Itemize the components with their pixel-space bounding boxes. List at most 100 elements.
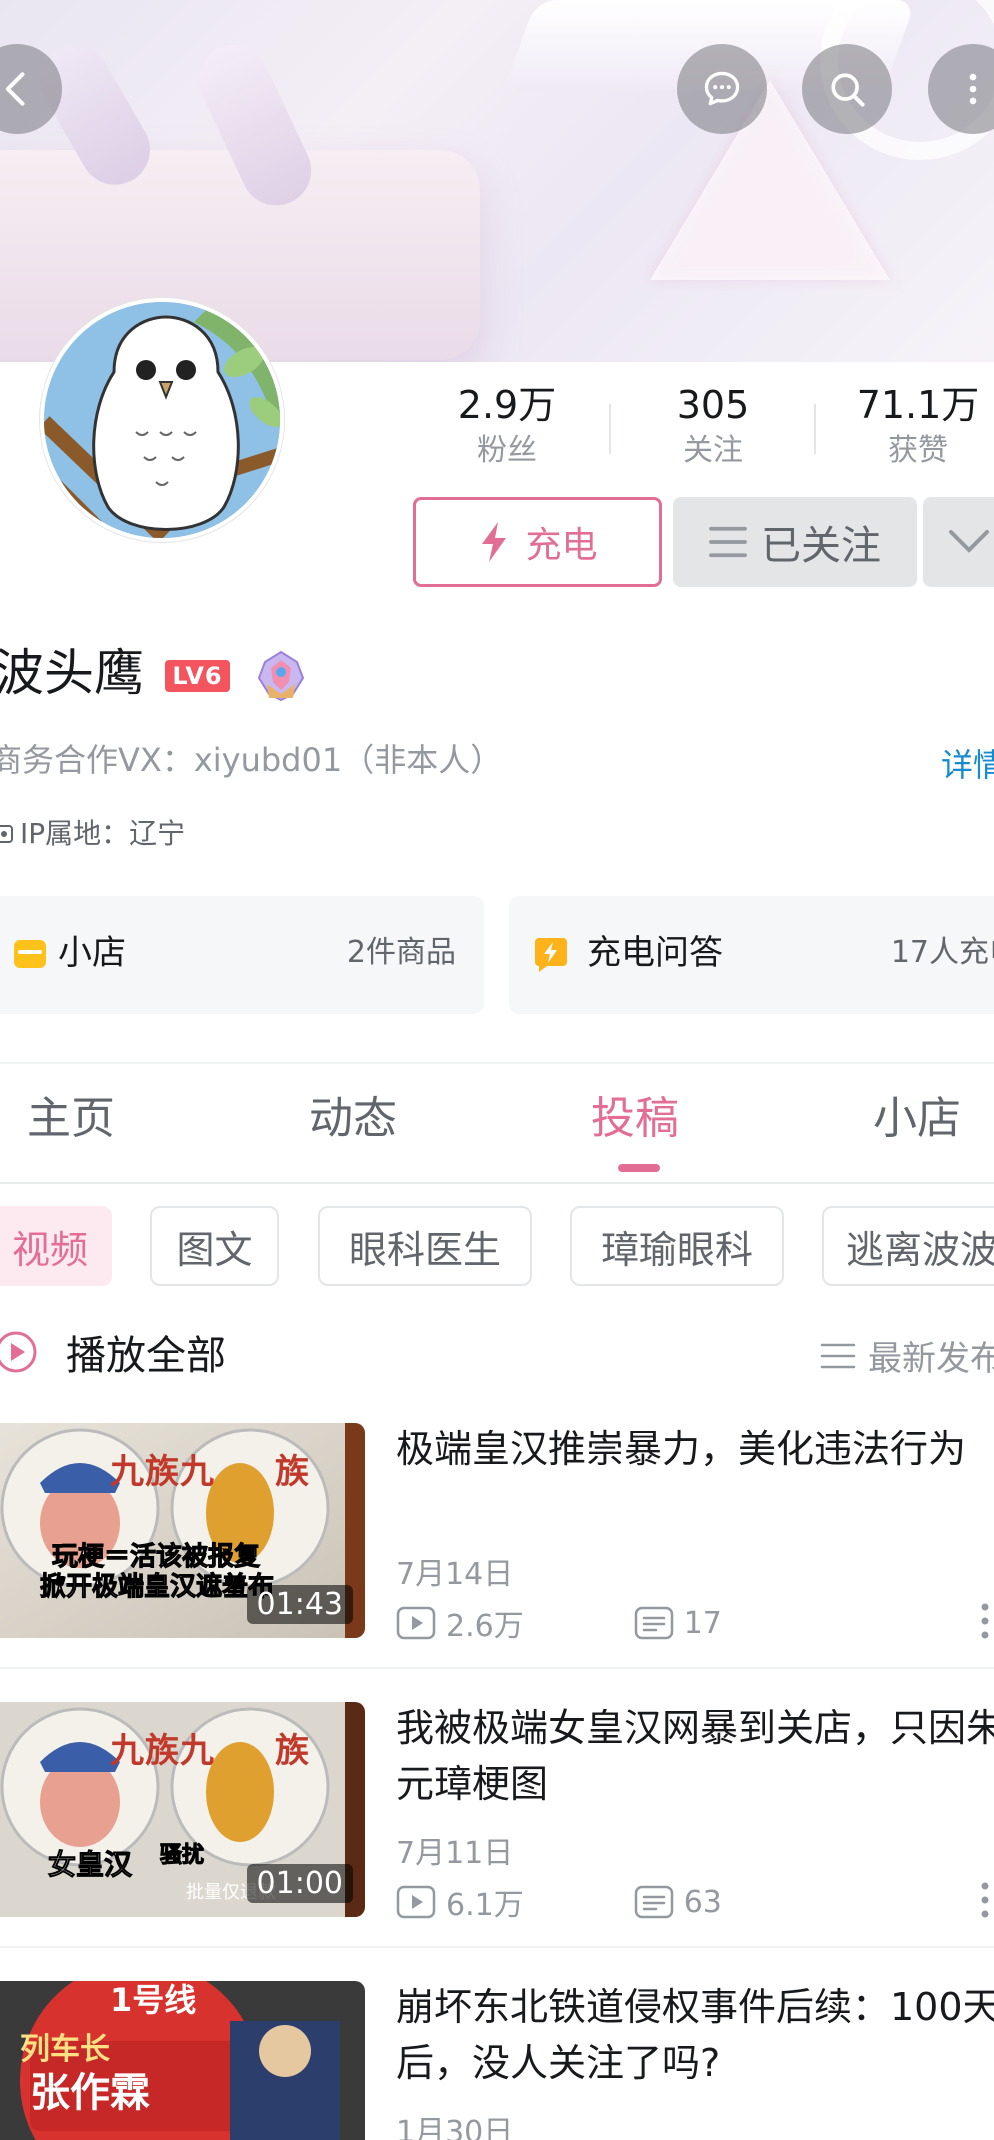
message-button[interactable] xyxy=(677,44,767,134)
shop-card[interactable]: 小店 2件商品 xyxy=(0,896,484,1014)
video-date: 7月11日 xyxy=(396,1836,514,1871)
svg-text:列车长: 列车长 xyxy=(20,2032,110,2067)
svg-text:九: 九 xyxy=(180,1452,214,1492)
fans-label: 粉丝 xyxy=(477,433,537,468)
tab-active-indicator xyxy=(618,1164,660,1172)
svg-text:九: 九 xyxy=(110,1731,144,1771)
video-comments: 63 xyxy=(634,1885,722,1920)
video-comments: 17 xyxy=(634,1606,722,1641)
video-item[interactable]: 1号线 列车长 张作霖 崩坏东北铁道侵权事件后续：100天后，没人关注了吗? 1… xyxy=(0,1981,994,2140)
level-badge: LV6 xyxy=(165,660,230,692)
filter-chip-article[interactable]: 图文 xyxy=(150,1206,279,1286)
play-all-label: 播放全部 xyxy=(66,1333,226,1379)
video-thumbnail[interactable]: 1号线 列车长 张作霖 xyxy=(0,1981,365,2140)
avatar[interactable] xyxy=(40,298,284,542)
following-count: 305 xyxy=(676,383,750,427)
video-thumbnail[interactable]: 九 族 九 族 女皇汉 骚扰 批量仅退款 01:00 xyxy=(0,1702,365,1917)
recommend-dropdown-button[interactable] xyxy=(923,497,994,587)
svg-text:族: 族 xyxy=(275,1452,309,1492)
video-stats: 6.1万 63 xyxy=(396,1880,722,1924)
detail-link[interactable]: 详情 xyxy=(941,740,994,786)
video-thumbnail-image: 1号线 列车长 张作霖 xyxy=(0,1981,365,2140)
shop-icon xyxy=(14,940,46,968)
list-divider xyxy=(0,1946,994,1948)
tab-uploads[interactable]: 投稿 xyxy=(591,1086,679,1152)
filter-chip-video[interactable]: 视频 xyxy=(0,1206,112,1286)
tabs-divider xyxy=(0,1182,994,1184)
location-icon xyxy=(0,825,13,843)
shop-card-title: 小店 xyxy=(58,933,126,973)
svg-text:女皇汉: 女皇汉 xyxy=(48,1848,133,1881)
video-views: 2.6万 xyxy=(446,1609,524,1644)
more-vertical-icon[interactable] xyxy=(980,1601,990,1641)
menu-lines-icon xyxy=(709,526,747,558)
video-duration: 01:00 xyxy=(246,1864,353,1903)
video-comment-count: 17 xyxy=(683,1605,722,1641)
sort-button[interactable]: 最新发布 xyxy=(820,1331,994,1380)
chevron-down-icon xyxy=(949,530,989,553)
video-views: 6.1万 xyxy=(446,1888,524,1923)
lightning-icon xyxy=(482,522,507,562)
filter-chip-escape[interactable]: 逃离波波 xyxy=(822,1206,994,1286)
svg-text:九: 九 xyxy=(110,1452,144,1492)
video-comment-count: 63 xyxy=(683,1884,722,1920)
video-duration: 01:43 xyxy=(246,1585,353,1624)
video-date: 7月14日 xyxy=(396,1557,514,1592)
svg-text:九: 九 xyxy=(180,1731,214,1771)
stat-likes[interactable]: 71.1万 获赞 xyxy=(838,380,994,472)
tab-shop[interactable]: 小店 xyxy=(873,1086,961,1152)
stat-divider xyxy=(609,404,611,454)
video-title[interactable]: 极端皇汉推崇暴力，美化违法行为 xyxy=(396,1421,994,1477)
play-all-button[interactable]: 播放全部 xyxy=(0,1323,226,1381)
video-item[interactable]: 九 族 九 族 女皇汉 骚扰 批量仅退款 01:00 我被极端女皇汉网暴到关店，… xyxy=(0,1702,994,1932)
filter-chip-eye-doctor[interactable]: 眼科医生 xyxy=(318,1206,532,1286)
charge-button[interactable]: 充电 xyxy=(413,497,662,587)
play-count-icon xyxy=(396,1606,436,1640)
play-count-icon xyxy=(396,1885,436,1919)
charge-qa-title: 充电问答 xyxy=(587,933,723,973)
svg-text:掀开极端皇汉遮羞布: 掀开极端皇汉遮羞布 xyxy=(40,1571,274,1602)
charge-label: 充电 xyxy=(525,525,598,566)
svg-text:玩梗＝活该被报复: 玩梗＝活该被报复 xyxy=(52,1541,261,1572)
shop-card-meta: 2件商品 xyxy=(346,935,456,970)
list-divider xyxy=(0,1667,994,1669)
svg-text:张作霖: 张作霖 xyxy=(30,2070,150,2116)
followed-button[interactable]: 已关注 xyxy=(673,497,917,587)
svg-text:1号线: 1号线 xyxy=(110,1981,196,2019)
play-circle-icon xyxy=(0,1331,37,1373)
chevron-left-icon xyxy=(5,72,25,106)
stat-following[interactable]: 305 关注 xyxy=(633,380,793,472)
fan-medal-icon[interactable] xyxy=(253,648,309,704)
video-item[interactable]: 九 族 九 族 玩梗＝活该被报复 掀开极端皇汉遮羞布 01:43 极端皇汉推崇暴… xyxy=(0,1423,994,1653)
charge-qa-meta: 17人充电 xyxy=(890,935,994,970)
tab-home[interactable]: 主页 xyxy=(27,1086,115,1152)
tab-dynamics[interactable]: 动态 xyxy=(309,1086,397,1152)
owl-avatar-image xyxy=(44,302,280,538)
following-label: 关注 xyxy=(683,433,743,468)
video-thumbnail[interactable]: 九 族 九 族 玩梗＝活该被报复 掀开极端皇汉遮羞布 01:43 xyxy=(0,1423,365,1638)
svg-text:族: 族 xyxy=(145,1731,179,1771)
comment-icon xyxy=(634,1606,673,1640)
more-vertical-icon[interactable] xyxy=(980,1880,990,1920)
stat-divider xyxy=(814,404,816,454)
chat-bubble-icon xyxy=(704,71,740,106)
charge-qa-card[interactable]: 充电问答 17人充电 xyxy=(509,896,994,1014)
sort-lines-icon xyxy=(820,1343,856,1368)
comment-icon xyxy=(634,1885,673,1919)
ip-text: IP属地：辽宁 xyxy=(20,817,186,850)
fans-count: 2.9万 xyxy=(457,383,557,427)
ip-location: IP属地：辽宁 xyxy=(0,814,185,854)
search-icon xyxy=(831,73,865,107)
video-title[interactable]: 我被极端女皇汉网暴到关店，只因朱元璋梗图 xyxy=(396,1700,994,1812)
filter-chip-zhangyu[interactable]: 璋瑜眼科 xyxy=(570,1206,784,1286)
search-button[interactable] xyxy=(802,44,892,134)
bio-text: 商务合作VX：xiyubd01（非本人） xyxy=(0,741,503,779)
svg-text:骚扰: 骚扰 xyxy=(160,1843,204,1868)
followed-label: 已关注 xyxy=(761,523,881,569)
section-divider xyxy=(0,1062,994,1064)
user-name: 波头鹰 xyxy=(0,644,144,702)
sort-label: 最新发布 xyxy=(868,1339,994,1379)
stat-fans[interactable]: 2.9万 粉丝 xyxy=(427,380,587,472)
likes-count: 71.1万 xyxy=(856,383,980,427)
video-title[interactable]: 崩坏东北铁道侵权事件后续：100天后，没人关注了吗? xyxy=(396,1979,994,2091)
